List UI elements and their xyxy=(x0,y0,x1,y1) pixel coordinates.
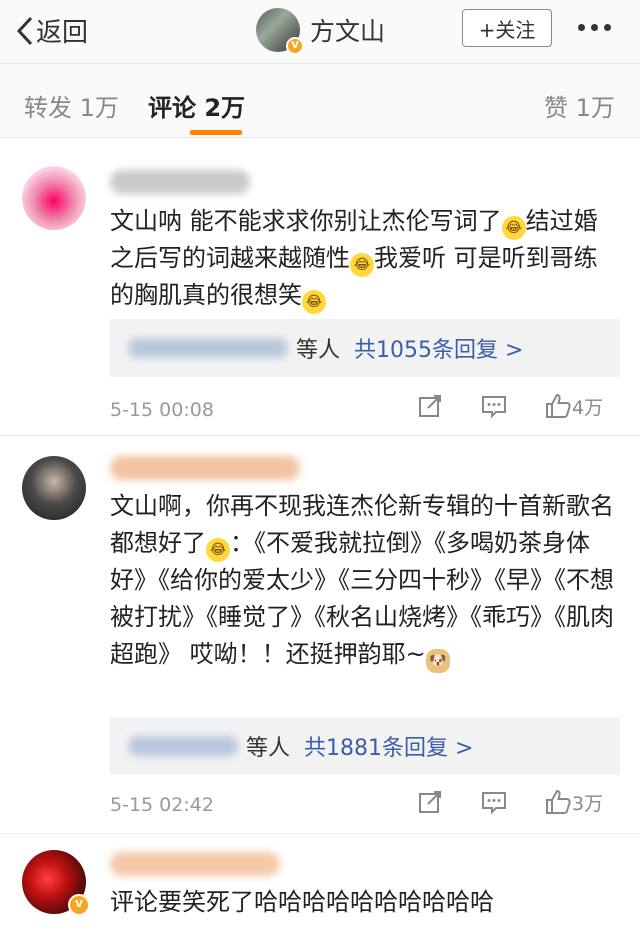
username-blurred[interactable] xyxy=(110,170,250,194)
like-count: 4万 xyxy=(572,396,604,419)
comment-item: V 评论要笑死了哈哈哈哈哈哈哈哈哈哈 xyxy=(0,834,640,940)
avatar[interactable]: V xyxy=(22,850,90,916)
follow-button[interactable]: +关注 xyxy=(462,9,552,47)
comment-item: 文山啊，你再不现我连杰伦新专辑的十首新歌名都想好了 😂 ：《不爱我就拉倒》《多喝奶茶… xyxy=(0,436,640,834)
like-count: 3万 xyxy=(572,792,604,815)
page-title: 方文山 xyxy=(310,17,386,46)
verified-badge-icon: V xyxy=(68,894,90,916)
laugh-cry-emoji: 😂 xyxy=(501,216,526,240)
tab-active-indicator xyxy=(190,130,242,135)
laugh-cry-emoji: 😂 xyxy=(302,290,326,314)
reply-summary[interactable]: 等人 共1881条回复 > xyxy=(110,717,620,775)
back-label: 返回 xyxy=(36,18,89,48)
reply-users-blurred xyxy=(128,736,238,756)
share-icon[interactable] xyxy=(416,392,444,420)
tab-comments[interactable]: 评论 2万 xyxy=(148,88,245,123)
username-blurred[interactable] xyxy=(110,456,300,480)
laugh-cry-emoji: 😂 xyxy=(350,253,374,277)
verified-badge-icon: V xyxy=(286,37,304,55)
doge-emoji: 🐶 xyxy=(425,649,450,673)
reply-who: 等人 xyxy=(296,338,341,363)
avatar[interactable]: V xyxy=(256,8,304,55)
username-blurred[interactable] xyxy=(110,852,280,876)
thumbs-up-icon xyxy=(546,393,571,418)
comment-text: 评论要笑死了哈哈哈哈哈哈哈哈哈哈 xyxy=(110,888,494,916)
back-button[interactable]: 返回 xyxy=(14,12,88,49)
tab-repost[interactable]: 转发 1万 xyxy=(24,88,119,123)
tab-bar: 转发 1万 评论 2万 赞 1万 xyxy=(0,64,640,138)
reply-count-link[interactable]: 共1881条回复 > xyxy=(304,730,473,762)
share-icon[interactable] xyxy=(416,788,444,816)
comment-text: 文山呐 能不能求求你别让杰伦写词了 😂 结过婚之后写的词越来越随性 😂 我爱听 可是听到… xyxy=(110,203,620,314)
avatar[interactable] xyxy=(22,456,86,520)
thumbs-up-icon xyxy=(546,789,571,814)
comment-text: 文山啊，你再不现我连杰伦新专辑的十首新歌名都想好了 😂 ：《不爱我就拉倒》《多喝奶茶… xyxy=(110,488,620,673)
reply-summary[interactable]: 等人 共1055条回复 > xyxy=(110,319,620,377)
comment-item: 文山呐 能不能求求你别让杰伦写词了 😂 结过婚之后写的词越来越随性 😂 我爱听 可是听到… xyxy=(0,138,640,436)
comment-actions: 3万 xyxy=(416,788,603,816)
comment-icon[interactable] xyxy=(480,392,508,420)
reply-users-blurred xyxy=(128,338,288,358)
top-nav-bar: 返回 V 方文山 +关注 xyxy=(0,0,640,64)
chevron-left-icon xyxy=(16,16,33,45)
laugh-cry-emoji: 😂 xyxy=(206,538,230,562)
tab-likes[interactable]: 赞 1万 xyxy=(544,88,615,123)
avatar[interactable] xyxy=(22,166,86,230)
comment-actions: 4万 xyxy=(416,392,603,420)
comment-icon[interactable] xyxy=(480,788,508,816)
like-button[interactable]: 3万 xyxy=(544,788,603,816)
comment-time: 5-15 00:08 xyxy=(110,399,214,421)
reply-who: 等人 xyxy=(246,736,291,761)
more-dots-icon[interactable] xyxy=(578,24,611,31)
reply-count-link[interactable]: 共1055条回复 > xyxy=(354,332,523,364)
comment-time: 5-15 02:42 xyxy=(110,794,214,816)
like-button[interactable]: 4万 xyxy=(544,392,603,420)
profile-title[interactable]: V 方文山 xyxy=(256,8,386,55)
